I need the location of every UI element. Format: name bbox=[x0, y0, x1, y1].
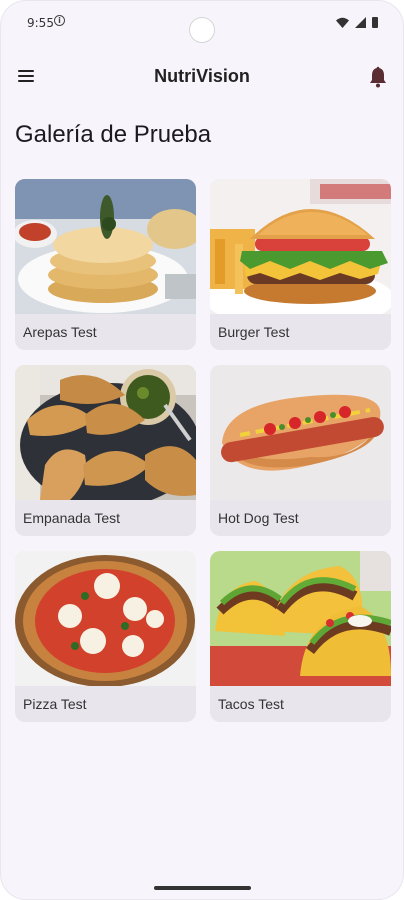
card-label: Tacos Test bbox=[218, 696, 284, 712]
gallery-card-burger[interactable]: Burger Test bbox=[210, 179, 391, 350]
pizza-photo bbox=[15, 551, 196, 686]
card-label: Empanada Test bbox=[23, 510, 121, 526]
app-bar: NutriVision bbox=[0, 52, 404, 104]
gallery-card-pizza[interactable]: Pizza Test bbox=[15, 551, 196, 722]
burger-photo bbox=[210, 179, 391, 314]
hotdog-photo bbox=[210, 365, 391, 500]
tacos-photo bbox=[210, 551, 391, 686]
battery-icon bbox=[372, 16, 378, 28]
status-bar: 9:55 i bbox=[0, 0, 404, 48]
wifi-icon bbox=[336, 17, 349, 28]
gallery-card-hotdog[interactable]: Hot Dog Test bbox=[210, 365, 391, 536]
card-label: Burger Test bbox=[218, 324, 290, 340]
camera-cutout bbox=[189, 17, 215, 43]
home-indicator[interactable] bbox=[154, 886, 251, 890]
status-icons bbox=[336, 15, 378, 29]
card-label: Pizza Test bbox=[23, 696, 87, 712]
notification-bell-icon[interactable] bbox=[368, 66, 388, 88]
arepas-photo bbox=[15, 179, 196, 314]
info-icon: i bbox=[54, 15, 65, 26]
gallery-card-tacos[interactable]: Tacos Test bbox=[210, 551, 391, 722]
card-label: Hot Dog Test bbox=[218, 510, 299, 526]
phone-screen: 9:55 i NutriVision Galería de Prueba Are… bbox=[0, 0, 404, 900]
card-label: Arepas Test bbox=[23, 324, 97, 340]
gallery-card-arepas[interactable]: Arepas Test bbox=[15, 179, 196, 350]
page-title: Galería de Prueba bbox=[15, 121, 212, 148]
empanada-photo bbox=[15, 365, 196, 500]
gallery-card-empanada[interactable]: Empanada Test bbox=[15, 365, 196, 536]
status-time: 9:55 bbox=[27, 16, 54, 30]
signal-icon bbox=[355, 16, 366, 28]
app-title: NutriVision bbox=[154, 66, 250, 86]
